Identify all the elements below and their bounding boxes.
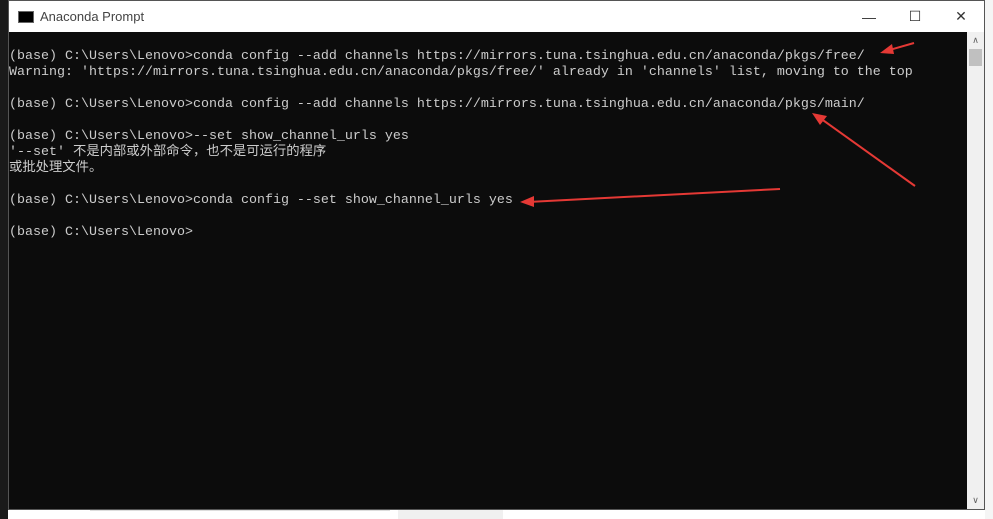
vertical-scrollbar[interactable]: ∧ ∨ [967,32,984,509]
terminal-line: (base) C:\Users\Lenovo>conda config --se… [9,193,513,208]
terminal-line: '--set' 不是内部或外部命令，也不是可运行的程序 [9,145,327,160]
maximize-button[interactable]: ☐ [892,1,938,32]
scroll-up-button[interactable]: ∧ [967,32,984,49]
window-title: Anaconda Prompt [40,9,145,24]
terminal-output[interactable]: (base) C:\Users\Lenovo>conda config --ad… [9,32,969,509]
scroll-down-button[interactable]: ∨ [967,492,984,509]
close-button[interactable]: ✕ [938,1,984,32]
terminal-line: (base) C:\Users\Lenovo>conda config --ad… [9,49,865,64]
anaconda-prompt-window: Anaconda Prompt — ☐ ✕ (base) C:\Users\Le… [8,0,985,510]
scrollbar-thumb[interactable] [969,49,982,66]
background-page-bottom [90,510,390,519]
terminal-line: (base) C:\Users\Lenovo>--set show_channe… [9,129,409,144]
background-page-right [985,0,993,519]
terminal-line: (base) C:\Users\Lenovo>conda config --ad… [9,97,865,112]
title-bar[interactable]: Anaconda Prompt — ☐ ✕ [9,1,984,32]
console-icon [18,10,34,23]
terminal-line: (base) C:\Users\Lenovo> [9,225,193,240]
terminal-line: Warning: 'https://mirrors.tuna.tsinghua.… [9,65,913,80]
minimize-button[interactable]: — [846,1,892,32]
background-desktop-left [0,0,8,519]
background-page-bottom-2 [398,510,503,519]
terminal-line: 或批处理文件。 [9,161,103,176]
